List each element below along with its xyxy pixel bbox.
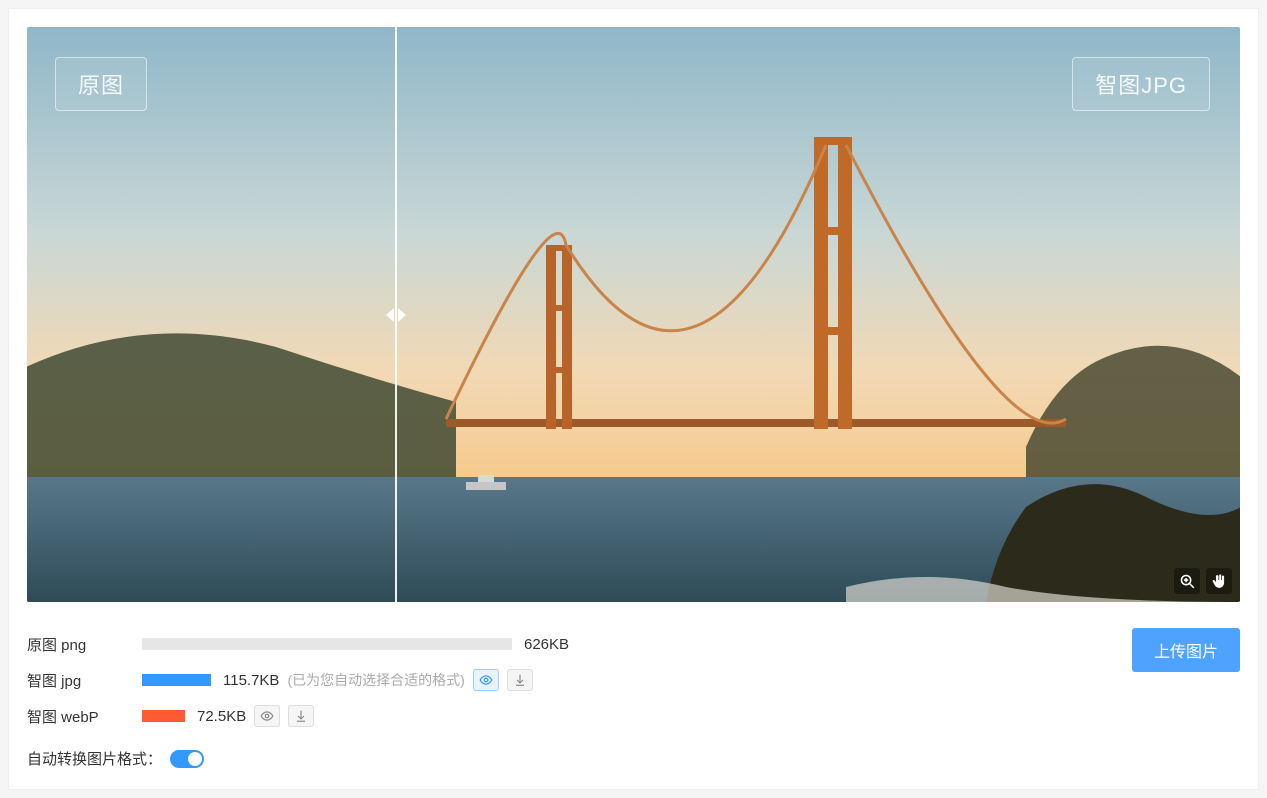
jpg-label: 智图 jpg [27, 670, 142, 691]
original-size: 626KB [524, 636, 569, 653]
upload-button[interactable]: 上传图片 [1132, 628, 1240, 672]
original-label: 原图 png [27, 634, 142, 655]
jpg-preview-button[interactable] [473, 669, 499, 691]
zoom-in-icon[interactable] [1174, 568, 1200, 594]
webp-label: 智图 webP [27, 706, 142, 727]
auto-convert-row: 自动转换图片格式： [27, 748, 1132, 769]
preview-image [27, 27, 1240, 602]
download-icon [294, 709, 308, 723]
comparison-preview: 原图 智图JPG [27, 27, 1240, 602]
row-webp: 智图 webP 72.5KB [27, 702, 1132, 730]
download-icon [513, 673, 527, 687]
slider-handle-icon [384, 303, 408, 327]
jpg-bar [142, 674, 211, 686]
webp-size: 72.5KB [197, 708, 246, 725]
jpg-download-button[interactable] [507, 669, 533, 691]
compressed-badge: 智图JPG [1072, 57, 1210, 111]
jpg-size: 115.7KB [223, 672, 279, 689]
hand-drag-icon[interactable] [1206, 568, 1232, 594]
jpg-hint: (已为您自动选择合适的格式) [287, 670, 464, 690]
webp-preview-button[interactable] [254, 705, 280, 727]
image-compare-card: 原图 智图JPG 原图 png 626KB [8, 8, 1259, 790]
auto-convert-toggle[interactable] [170, 750, 204, 768]
webp-bar [142, 710, 185, 722]
preview-tools [1174, 568, 1232, 594]
eye-icon [479, 673, 493, 687]
row-original: 原图 png 626KB [27, 630, 1132, 658]
eye-icon [260, 709, 274, 723]
original-bar [142, 638, 512, 650]
stats-section: 原图 png 626KB 智图 jpg 115.7KB (已为您自动选择合适的格… [27, 630, 1240, 769]
auto-convert-label: 自动转换图片格式： [27, 748, 162, 769]
compare-slider[interactable] [395, 27, 397, 602]
original-badge: 原图 [55, 57, 147, 111]
row-jpg: 智图 jpg 115.7KB (已为您自动选择合适的格式) [27, 666, 1132, 694]
webp-download-button[interactable] [288, 705, 314, 727]
